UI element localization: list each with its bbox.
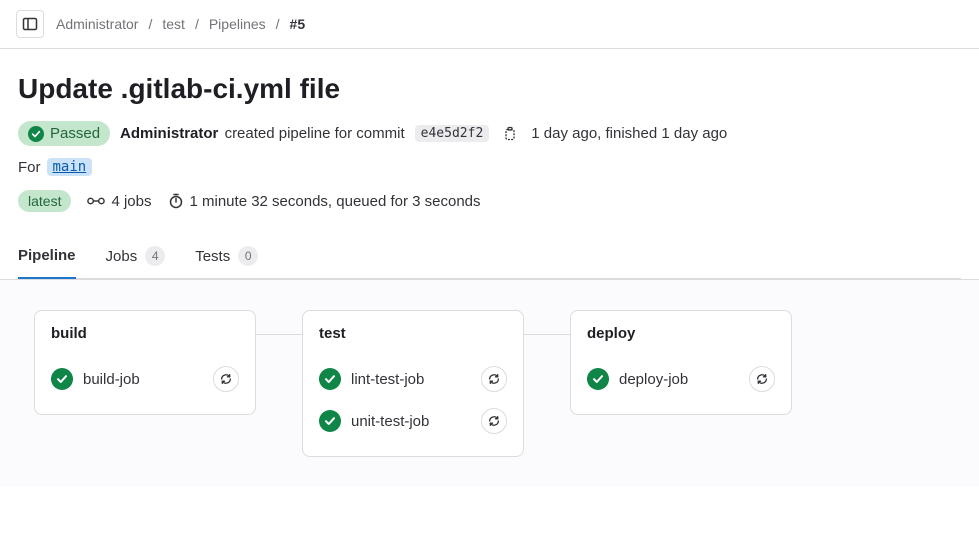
pipeline-author-text: Administrator created pipeline for commi… [120, 125, 405, 142]
breadcrumbs: Administrator / test / Pipelines / #5 [56, 16, 305, 32]
check-circle-icon [28, 126, 44, 142]
clipboard-icon [502, 126, 518, 142]
stage: test lint-test-job unit-test-job [302, 310, 524, 457]
job-name: deploy-job [619, 371, 688, 388]
branch-ref[interactable]: main [47, 158, 93, 176]
breadcrumb-item[interactable]: Administrator [56, 16, 138, 32]
breadcrumb-separator: / [148, 16, 152, 32]
breadcrumb-separator: / [195, 16, 199, 32]
toggle-sidebar-button[interactable] [16, 10, 44, 38]
stage-connector [256, 334, 302, 335]
timer-icon [168, 193, 184, 209]
latest-badge: latest [18, 190, 71, 212]
check-circle-icon [319, 410, 341, 432]
tabs: Pipeline Jobs 4 Tests 0 [18, 234, 961, 279]
job-name: unit-test-job [351, 413, 429, 430]
retry-job-button[interactable] [213, 366, 239, 392]
job-row[interactable]: unit-test-job [319, 400, 507, 442]
stages-icon [87, 194, 105, 208]
tab-tests[interactable]: Tests 0 [195, 234, 258, 278]
retry-job-button[interactable] [481, 408, 507, 434]
breadcrumb-current: #5 [290, 16, 306, 32]
stage: deploy deploy-job [570, 310, 792, 415]
commit-sha[interactable]: e4e5d2f2 [415, 125, 490, 142]
duration: 1 minute 32 seconds, queued for 3 second… [168, 193, 481, 210]
branch-row: For main [18, 158, 961, 176]
stage-card: build build-job [34, 310, 256, 415]
jobs-count: 4 jobs [87, 193, 151, 210]
for-text: For [18, 159, 41, 176]
stage-card: test lint-test-job unit-test-job [302, 310, 524, 457]
status-text: Passed [50, 125, 100, 142]
retry-job-button[interactable] [481, 366, 507, 392]
status-badge[interactable]: Passed [18, 121, 110, 146]
stage-name: deploy [587, 325, 775, 342]
stage: build build-job [34, 310, 256, 415]
check-circle-icon [587, 368, 609, 390]
check-circle-icon [319, 368, 341, 390]
stage-connector [524, 334, 570, 335]
job-row[interactable]: deploy-job [587, 358, 775, 400]
stage-name: build [51, 325, 239, 342]
stage-card: deploy deploy-job [570, 310, 792, 415]
sidebar-icon [22, 16, 38, 32]
tab-jobs[interactable]: Jobs 4 [106, 234, 166, 278]
job-name: lint-test-job [351, 371, 424, 388]
stats-row: latest 4 jobs 1 minute 32 seconds, queue… [18, 190, 961, 212]
stages-container: build build-job test lint-test-job unit-test… [34, 310, 945, 457]
top-bar: Administrator / test / Pipelines / #5 [0, 0, 979, 49]
retry-job-button[interactable] [749, 366, 775, 392]
breadcrumb-item[interactable]: test [162, 16, 185, 32]
author-link[interactable]: Administrator [120, 125, 218, 142]
content: Update .gitlab-ci.yml file Passed Admini… [0, 49, 979, 487]
tab-badge: 4 [145, 246, 165, 266]
pipeline-meta-row: Passed Administrator created pipeline fo… [18, 121, 961, 146]
stage-name: test [319, 325, 507, 342]
tab-pipeline[interactable]: Pipeline [18, 234, 76, 279]
breadcrumb-item[interactable]: Pipelines [209, 16, 266, 32]
job-row[interactable]: lint-test-job [319, 358, 507, 400]
page-title: Update .gitlab-ci.yml file [18, 73, 961, 105]
time-text: 1 day ago, finished 1 day ago [531, 125, 727, 142]
created-text: created pipeline for commit [225, 125, 405, 142]
pipeline-graph: build build-job test lint-test-job unit-test… [0, 279, 979, 487]
job-name: build-job [83, 371, 140, 388]
job-row[interactable]: build-job [51, 358, 239, 400]
check-circle-icon [51, 368, 73, 390]
copy-commit-button[interactable] [499, 123, 521, 145]
tab-badge: 0 [238, 246, 258, 266]
breadcrumb-separator: / [276, 16, 280, 32]
